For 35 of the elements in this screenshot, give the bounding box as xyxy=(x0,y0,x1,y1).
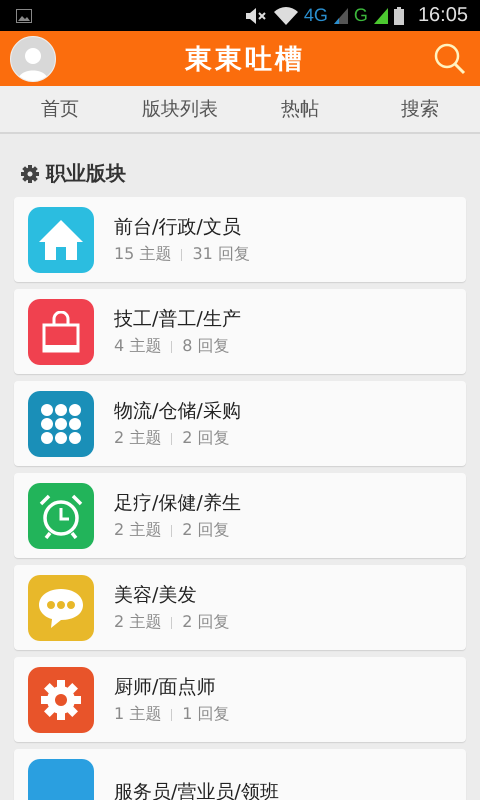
topic-count: 15 主题 xyxy=(114,244,172,265)
app-title: 東東吐槽 xyxy=(184,42,306,76)
reply-count: 31 回复 xyxy=(192,244,250,265)
topic-count: 2 主题 xyxy=(114,612,162,633)
reply-count: 2 回复 xyxy=(182,520,230,541)
forum-name: 足疗/保健/养生 xyxy=(114,491,241,516)
forum-name: 技工/普工/生产 xyxy=(114,307,241,332)
section-title: 职业版块 xyxy=(46,160,126,187)
forum-card[interactable]: 前台/行政/文员 15 主题 31 回复 xyxy=(14,197,466,282)
forum-name: 美容/美发 xyxy=(114,583,198,608)
reply-count: 1 回复 xyxy=(182,704,230,725)
forum-name: 物流/仓储/采购 xyxy=(114,399,241,424)
topic-count: 2 主题 xyxy=(114,428,162,449)
clock-time: 16:05 xyxy=(418,4,468,27)
forum-name: 服务员/营业员/领班 xyxy=(114,780,279,800)
topic-count: 1 主题 xyxy=(114,704,162,725)
reply-count: 8 回复 xyxy=(182,336,230,357)
reply-count: 2 回复 xyxy=(182,612,230,633)
forum-card[interactable]: 服务员/营业员/领班 xyxy=(14,749,466,800)
reply-count: 2 回复 xyxy=(182,428,230,449)
forum-card[interactable]: 技工/普工/生产 4 主题 8 回复 xyxy=(14,289,466,374)
forum-card[interactable]: 足疗/保健/养生 2 主题 2 回复 xyxy=(14,473,466,558)
nav-tab[interactable]: 首页 xyxy=(0,86,120,132)
topic-count: 2 主题 xyxy=(114,520,162,541)
network-type: G xyxy=(354,5,368,26)
nav-tab[interactable]: 搜索 xyxy=(360,86,480,132)
forum-name: 前台/行政/文员 xyxy=(114,215,242,240)
nav-tab[interactable]: 热帖 xyxy=(240,86,360,132)
nav-tab[interactable]: 版块列表 xyxy=(120,86,240,132)
topic-count: 4 主题 xyxy=(114,336,162,357)
forum-card[interactable]: 物流/仓储/采购 2 主题 2 回复 xyxy=(14,381,466,466)
forum-name: 厨师/面点师 xyxy=(114,675,216,700)
network-type: 4G xyxy=(304,5,328,26)
forum-card[interactable]: 厨师/面点师 1 主题 1 回复 xyxy=(14,657,466,742)
forum-card[interactable]: 美容/美发 2 主题 2 回复 xyxy=(14,565,466,650)
